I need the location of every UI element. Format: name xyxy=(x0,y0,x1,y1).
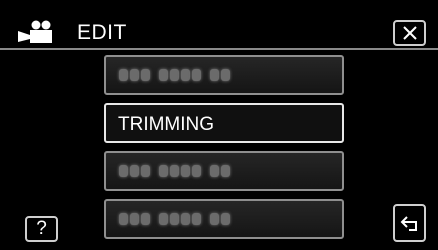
close-icon xyxy=(402,26,417,40)
menu-item-1[interactable] xyxy=(104,55,344,95)
close-button[interactable] xyxy=(393,20,426,46)
return-arrow-icon xyxy=(400,216,417,231)
menu-item-4[interactable] xyxy=(104,199,344,239)
page-title: EDIT xyxy=(77,21,127,44)
header-divider xyxy=(0,48,438,50)
video-camera-icon xyxy=(18,20,52,43)
menu-item-trimming[interactable]: TRIMMING xyxy=(104,103,344,143)
blurred-label xyxy=(119,69,230,81)
blurred-label xyxy=(119,165,230,177)
menu-item-label: TRIMMING xyxy=(118,114,215,135)
menu-item-3[interactable] xyxy=(104,151,344,191)
help-button[interactable]: ? xyxy=(25,216,58,242)
back-button[interactable] xyxy=(393,204,426,242)
blurred-label xyxy=(119,213,230,225)
